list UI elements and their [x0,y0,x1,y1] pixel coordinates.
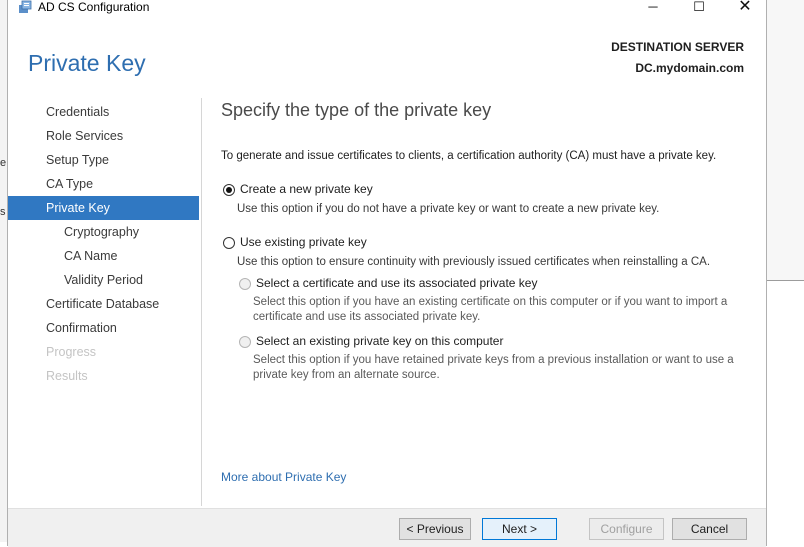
configure-button: Configure [589,518,664,540]
radio-use-existing-key[interactable] [223,237,235,249]
select-certificate-desc: Select this option if you have an existi… [253,296,728,323]
previous-button[interactable]: < Previous [399,518,471,540]
background-text-fragment: e [0,157,7,169]
create-new-key-label[interactable]: Create a new private key [240,182,373,196]
window-title: AD CS Configuration [38,0,150,14]
use-existing-key-label[interactable]: Use existing private key [240,235,367,249]
maximize-icon: ☐ [693,0,705,14]
intro-text: To generate and issue certificates to cl… [221,150,717,162]
page-title: Private Key [28,50,146,76]
nav-item-role-services[interactable]: Role Services [8,124,199,148]
close-icon: ✕ [738,0,752,15]
nav-item-validity-period[interactable]: Validity Period [8,268,199,292]
cancel-button[interactable]: Cancel [672,518,747,540]
more-about-private-key-link[interactable]: More about Private Key [221,470,346,484]
radio-create-new-key[interactable] [223,184,235,196]
radio-select-certificate[interactable] [239,278,251,290]
nav-item-cryptography[interactable]: Cryptography [8,220,199,244]
minimize-icon: ─ [648,0,658,14]
nav-item-certificate-database[interactable]: Certificate Database [8,292,199,316]
content-title: Specify the type of the private key [221,100,492,120]
wizard-footer: < Previous Next > Configure Cancel [8,508,766,547]
nav-divider [201,98,202,506]
background-text-fragment: s [0,206,6,218]
use-existing-key-desc: Use this option to ensure continuity wit… [237,256,711,268]
nav-item-setup-type[interactable]: Setup Type [8,148,199,172]
create-new-key-desc: Use this option if you do not have a pri… [237,203,660,215]
nav-item-ca-type[interactable]: CA Type [8,172,199,196]
server-manager-icon [19,0,32,13]
nav-item-confirmation[interactable]: Confirmation [8,316,199,340]
nav-item-ca-name[interactable]: CA Name [8,244,199,268]
radio-select-existing-key[interactable] [239,336,251,348]
destination-server-name: DC.mydomain.com [635,61,744,75]
background-window-edge [766,0,804,281]
maximize-button[interactable]: ☐ [676,0,722,18]
ad-cs-configuration-window: AD CS Configuration ─ ☐ ✕ Private Key DE… [7,0,767,547]
title-bar[interactable]: AD CS Configuration ─ ☐ ✕ [8,0,766,20]
select-certificate-label[interactable]: Select a certificate and use its associa… [256,276,537,290]
nav-item-progress: Progress [46,345,97,359]
minimize-button[interactable]: ─ [630,0,676,18]
nav-item-credentials[interactable]: Credentials [8,100,199,124]
next-button[interactable]: Next > [482,518,557,540]
destination-server-label: DESTINATION SERVER [611,40,744,54]
select-existing-key-label[interactable]: Select an existing private key on this c… [256,334,503,348]
nav-item-private-key[interactable]: Private Key [8,196,199,220]
close-button[interactable]: ✕ [722,0,768,18]
nav-item-results: Results [46,369,88,383]
select-existing-key-desc: Select this option if you have retained … [253,354,734,381]
